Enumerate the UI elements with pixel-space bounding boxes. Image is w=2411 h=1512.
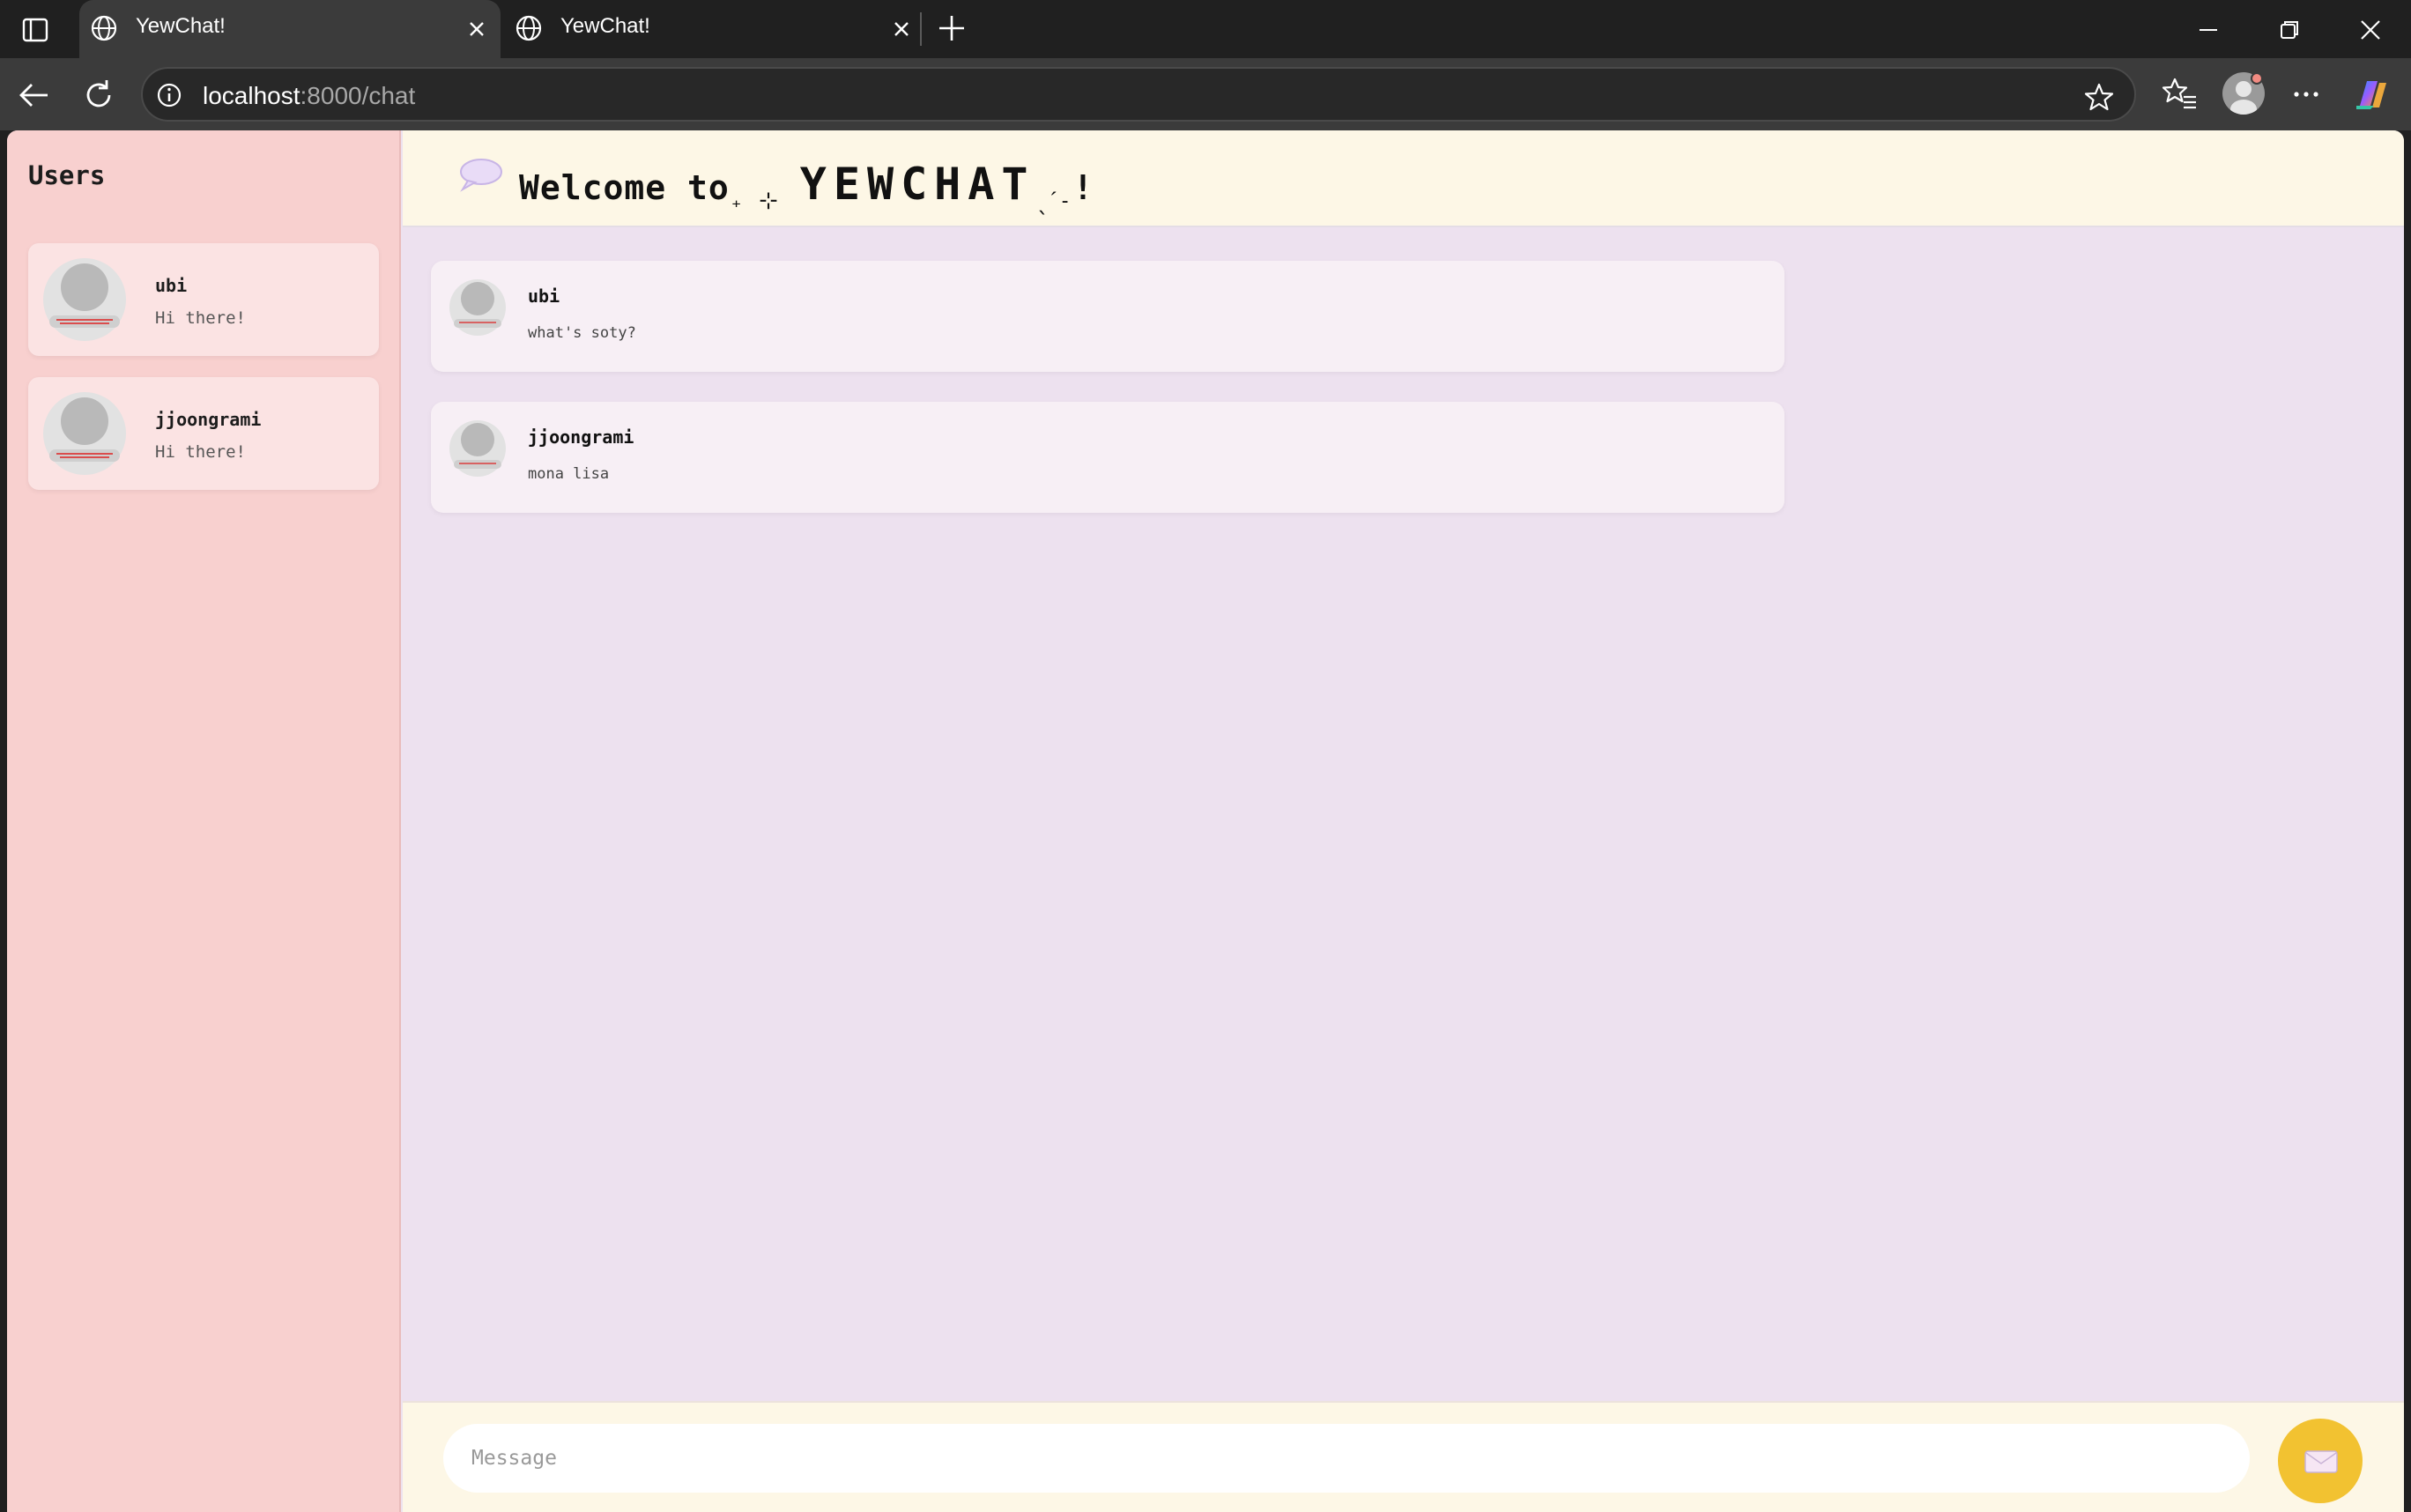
tab-divider [920, 12, 922, 46]
notification-dot [2251, 72, 2263, 85]
close-icon[interactable] [887, 14, 916, 44]
welcome-text: Welcome to [519, 168, 730, 207]
tab-yewchat-2[interactable]: YewChat! [504, 0, 925, 58]
user-name: ubi [155, 275, 188, 296]
user-card-ubi[interactable]: ubi Hi there! [28, 243, 379, 356]
copilot-icon[interactable] [2351, 74, 2392, 115]
url-text: localhost:8000/chat [203, 82, 415, 110]
message-avatar [449, 420, 506, 477]
restore-icon[interactable] [2272, 12, 2307, 48]
globe-icon [91, 15, 117, 41]
message-avatar [449, 279, 506, 336]
user-card-jjoongrami[interactable]: jjoongrami Hi there! [28, 377, 379, 490]
address-bar[interactable]: localhost:8000/chat [141, 67, 2136, 122]
message-card: ubi what's soty? [431, 261, 1784, 372]
message-text: what's soty? [528, 324, 636, 342]
more-icon[interactable] [2286, 74, 2326, 115]
browser-tabstrip: YewChat! YewChat! [0, 0, 2411, 58]
speech-bubble-icon [460, 159, 502, 192]
minimize-icon[interactable] [2191, 12, 2226, 48]
page-viewport: Users ubi Hi there! jjoongrami Hi there! [7, 130, 2404, 1512]
page-title: Welcome to₊ ⊹ YEWCHATˎˊ˗! [519, 159, 1094, 214]
title-exclaim: ! [1072, 168, 1094, 207]
back-icon[interactable] [14, 76, 53, 115]
message-input[interactable] [443, 1424, 2250, 1493]
user-status: Hi there! [155, 308, 246, 328]
sidebar-title: Users [28, 160, 106, 190]
url-host: localhost [203, 82, 300, 109]
message-composer [403, 1401, 2404, 1512]
message-sender: ubi [528, 285, 560, 307]
info-icon[interactable] [155, 81, 183, 109]
url-path: :8000/chat [300, 82, 416, 109]
close-icon[interactable] [462, 14, 492, 44]
message-card: jjoongrami mona lisa [431, 402, 1784, 513]
favorites-icon[interactable] [2159, 74, 2200, 115]
message-text: mona lisa [528, 465, 610, 483]
user-status: Hi there! [155, 442, 246, 462]
user-avatar [43, 392, 126, 475]
browser-toolbar: localhost:8000/chat [0, 58, 2411, 130]
tab-title: YewChat! [136, 14, 226, 38]
title-deco-right: ˎˊ˗ [1035, 188, 1073, 214]
message-sender: jjoongrami [528, 426, 634, 448]
users-sidebar: Users ubi Hi there! jjoongrami Hi there! [7, 130, 401, 1512]
sidebar-toggle-icon[interactable] [18, 12, 53, 48]
reload-icon[interactable] [79, 76, 118, 115]
title-deco-left: ₊ ⊹ [729, 188, 779, 214]
globe-icon [516, 15, 542, 41]
send-button[interactable] [2278, 1419, 2363, 1503]
send-icon [2304, 1450, 2338, 1473]
user-name: jjoongrami [155, 409, 262, 430]
tab-yewchat-1[interactable]: YewChat! [79, 0, 501, 58]
brand-name: YEWCHAT [799, 159, 1035, 210]
star-icon[interactable] [2083, 81, 2115, 113]
tab-title: YewChat! [560, 14, 650, 38]
close-window-icon[interactable] [2353, 12, 2388, 48]
chat-header: Welcome to₊ ⊹ YEWCHATˎˊ˗! [403, 130, 2404, 227]
user-avatar [43, 258, 126, 341]
plus-icon[interactable] [934, 11, 969, 46]
